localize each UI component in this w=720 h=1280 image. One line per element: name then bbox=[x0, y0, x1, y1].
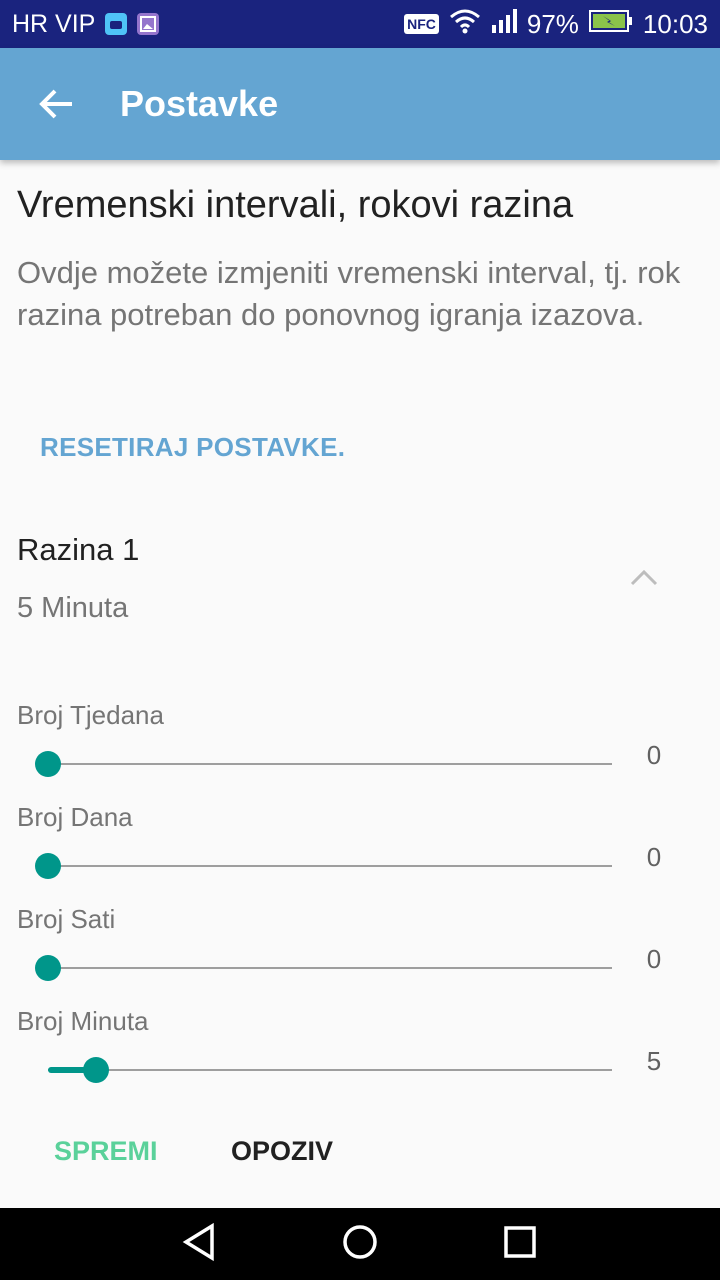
level-summary: 5 Minuta bbox=[17, 592, 129, 624]
hours-slider-thumb[interactable] bbox=[35, 955, 61, 981]
weeks-slider[interactable] bbox=[35, 751, 612, 777]
hours-value: 0 bbox=[646, 944, 662, 974]
minutes-slider-thumb[interactable] bbox=[83, 1057, 109, 1083]
minutes-label: Broj Minuta bbox=[17, 1006, 149, 1036]
app-bar: Postavke bbox=[0, 48, 720, 160]
hours-slider[interactable] bbox=[35, 955, 612, 981]
collapse-chevron-up-icon[interactable] bbox=[626, 566, 662, 590]
weeks-value: 0 bbox=[646, 740, 662, 770]
nfc-icon: NFC bbox=[404, 14, 439, 34]
arrow-back-icon bbox=[39, 89, 72, 119]
days-slider[interactable] bbox=[35, 853, 612, 879]
cancel-button[interactable]: OPOZIV bbox=[231, 1136, 333, 1167]
recents-nav-icon[interactable] bbox=[500, 1222, 540, 1267]
days-label: Broj Dana bbox=[17, 802, 133, 832]
page-title: Postavke bbox=[120, 83, 279, 124]
level-title: Razina 1 bbox=[17, 532, 140, 567]
days-slider-thumb[interactable] bbox=[35, 853, 61, 879]
clock: 10:03 bbox=[642, 8, 708, 39]
signal-icon bbox=[491, 8, 517, 40]
section-description: Ovdje možete izmjeniti vremenski interva… bbox=[17, 255, 681, 332]
battery-charging-icon bbox=[588, 9, 633, 40]
weeks-label: Broj Tjedana bbox=[17, 700, 164, 730]
carrier-name: HR VIP bbox=[12, 9, 96, 38]
back-nav-icon[interactable] bbox=[180, 1222, 220, 1267]
hours-label: Broj Sati bbox=[17, 904, 116, 934]
back-button[interactable] bbox=[26, 74, 86, 134]
battery-percent: 97% bbox=[526, 8, 579, 39]
weeks-slider-thumb[interactable] bbox=[35, 751, 61, 777]
navigation-bar bbox=[0, 1208, 720, 1280]
days-value: 0 bbox=[646, 842, 662, 872]
image-notification-icon bbox=[137, 13, 160, 35]
reset-settings-button[interactable]: RESETIRAJ POSTAVKE. bbox=[40, 432, 345, 463]
wifi-icon bbox=[449, 8, 481, 41]
android-notification-icon bbox=[105, 13, 128, 35]
section-heading: Vremenski intervali, rokovi razina bbox=[17, 184, 574, 226]
home-nav-icon[interactable] bbox=[340, 1222, 380, 1267]
minutes-value: 5 bbox=[646, 1046, 662, 1076]
minutes-slider[interactable] bbox=[48, 1057, 612, 1083]
status-bar: HR VIP NFC 97% 10:03 bbox=[0, 0, 720, 48]
save-button[interactable]: SPREMI bbox=[54, 1136, 158, 1167]
